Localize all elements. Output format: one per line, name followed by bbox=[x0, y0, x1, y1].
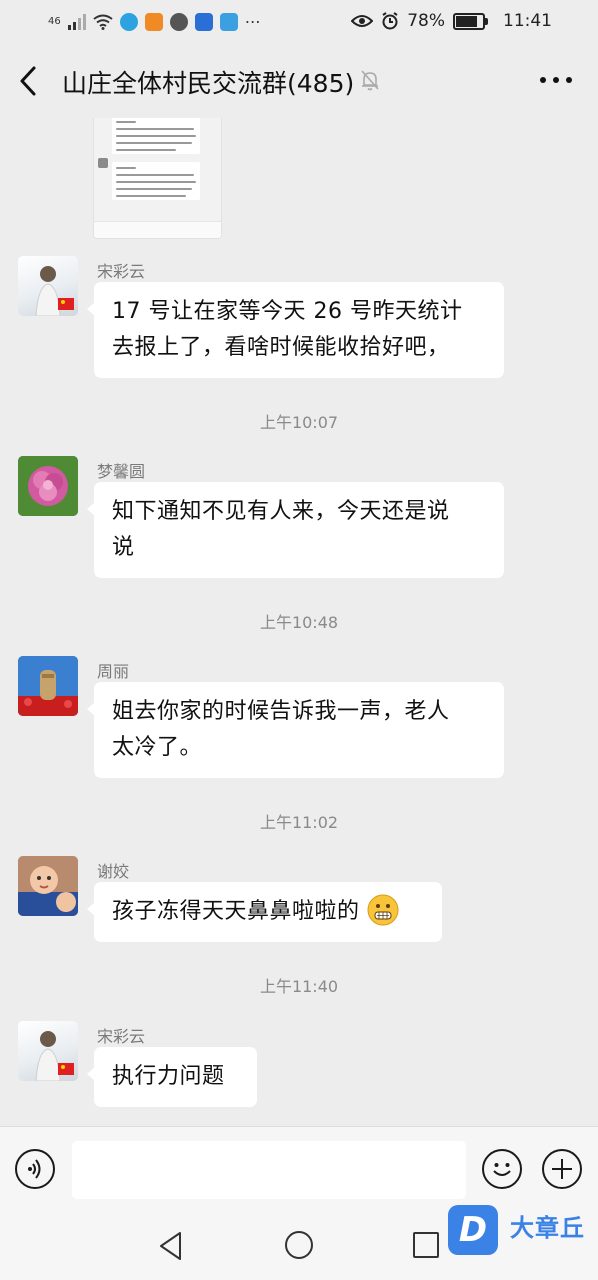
timestamp: 上午10:07 bbox=[259, 413, 339, 432]
message-line: 执行力问题 bbox=[112, 1064, 225, 1089]
more-notifications-icon: ⋯ bbox=[244, 12, 261, 31]
signal-icon bbox=[67, 13, 86, 30]
nav-home-button[interactable] bbox=[285, 1231, 313, 1259]
sender-name: 周丽 bbox=[97, 662, 130, 681]
message-line: 知下通知不见有人来，今天还是说 bbox=[112, 499, 450, 524]
nav-recent-apps-button[interactable] bbox=[413, 1232, 439, 1258]
sender-name: 梦馨圆 bbox=[97, 462, 146, 481]
eye-icon bbox=[351, 15, 374, 27]
status-right-icons: 78% 11:41 bbox=[351, 11, 552, 31]
message-bubble[interactable]: 执行力问题 bbox=[87, 1047, 257, 1107]
bell-off-icon bbox=[361, 70, 379, 91]
back-button[interactable] bbox=[16, 62, 44, 100]
message-line: 说 bbox=[112, 535, 135, 560]
app-notification-icon-telegram bbox=[119, 12, 138, 31]
message-line: 姐去你家的时候告诉我一声，老人 bbox=[112, 699, 450, 724]
message-line: 17 号让在家等今天 26 号昨天统计 bbox=[112, 299, 463, 324]
watermark-text: 大章丘 bbox=[510, 1214, 585, 1242]
avatar[interactable] bbox=[18, 456, 78, 516]
avatar[interactable] bbox=[18, 1021, 78, 1081]
watermark-logo: D bbox=[448, 1205, 498, 1255]
voice-icon bbox=[28, 1159, 41, 1179]
timestamp: 上午10:48 bbox=[259, 613, 339, 632]
plus-icon bbox=[552, 1159, 572, 1179]
app-notification-icon-shield bbox=[169, 12, 188, 31]
timestamp: 上午11:02 bbox=[259, 813, 339, 832]
chat-title: 山庄全体村民交流群(485) bbox=[62, 69, 355, 98]
shared-screenshot-image[interactable] bbox=[94, 118, 221, 238]
voice-input-button[interactable] bbox=[15, 1149, 55, 1189]
clock-time: 11:41 bbox=[503, 11, 552, 31]
system-navigation-bar: D 大章丘 bbox=[0, 1205, 598, 1280]
sender-name: 宋彩云 bbox=[97, 262, 146, 281]
message-line: 孩子冻得天天鼻鼻啦啦的 bbox=[112, 899, 360, 924]
avatar[interactable] bbox=[18, 656, 78, 716]
status-bar: 46 ⋯ 78% 11:41 bbox=[0, 0, 598, 44]
more-functions-button[interactable] bbox=[542, 1149, 582, 1189]
battery-percent: 78% bbox=[407, 11, 445, 31]
app-notification-icon-video bbox=[144, 12, 163, 31]
smiley-icon bbox=[493, 1163, 511, 1176]
avatar[interactable] bbox=[18, 856, 78, 916]
network-type: 46 bbox=[48, 16, 61, 27]
message-bubble[interactable]: 孩子冻得天天鼻鼻啦啦的 bbox=[87, 882, 442, 942]
emoji-button[interactable] bbox=[482, 1149, 522, 1189]
chat-message-list[interactable]: 宋彩云 17 号让在家等今天 26 号昨天统计 去报上了，看啥时候能收拾好吧， … bbox=[0, 118, 598, 1126]
message-line: 太冷了。 bbox=[112, 735, 203, 760]
grimace-emoji-icon bbox=[367, 894, 399, 926]
message-input[interactable] bbox=[72, 1141, 466, 1199]
message-line: 去报上了，看啥时候能收拾好吧， bbox=[112, 335, 450, 360]
app-notification-icon-translate bbox=[194, 12, 213, 31]
sender-name: 宋彩云 bbox=[97, 1027, 146, 1046]
alarm-icon bbox=[382, 12, 398, 30]
chat-header: 山庄全体村民交流群(485) bbox=[0, 44, 598, 118]
sender-name: 谢姣 bbox=[97, 862, 130, 881]
avatar[interactable] bbox=[18, 256, 78, 316]
message-bubble[interactable]: 17 号让在家等今天 26 号昨天统计 去报上了，看啥时候能收拾好吧， bbox=[87, 282, 504, 378]
message-bubble[interactable]: 姐去你家的时候告诉我一声，老人 太冷了。 bbox=[87, 682, 504, 778]
wifi-icon bbox=[93, 14, 113, 30]
battery-icon bbox=[453, 12, 488, 30]
input-bar bbox=[0, 1126, 598, 1211]
nav-back-button[interactable] bbox=[156, 1230, 186, 1262]
status-left-icons: 46 ⋯ bbox=[48, 12, 261, 31]
timestamp: 上午11:40 bbox=[259, 977, 339, 996]
message-bubble[interactable]: 知下通知不见有人来，今天还是说 说 bbox=[87, 482, 504, 578]
more-options-button[interactable] bbox=[538, 70, 574, 90]
app-notification-icon-sync bbox=[219, 12, 238, 31]
